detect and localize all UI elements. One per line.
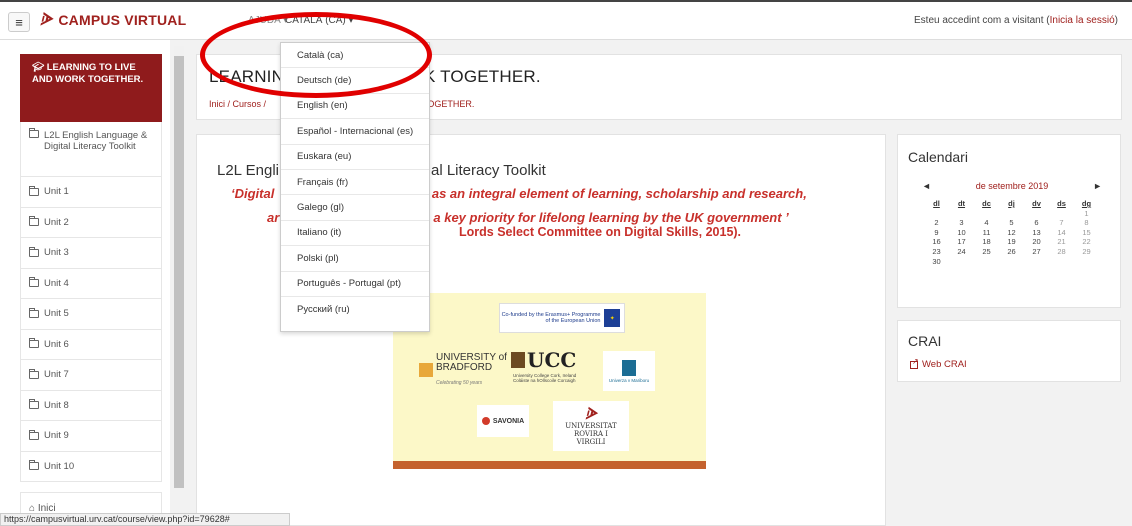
language-option-ca[interactable]: Català (ca) [281,43,429,69]
graduation-cap-icon: 🎓︎ [32,62,47,73]
folder-icon [29,307,39,318]
partner-logos-image: Co-funded by the Erasmus+ Programme of t… [393,293,706,469]
sidebar-item-unit-8[interactable]: Unit 8 [20,390,162,421]
sidebar-course-header[interactable]: 🎓︎ LEARNING TO LIVE AND WORK TOGETHER. [20,54,162,122]
hamburger-icon: ≡ [15,14,23,30]
calendar-grid: dl dt dc dj dv ds dg 1 2345678 9 10 11 12 13… [924,199,1100,266]
calendar-week: 9 10 11 12 13 14 15 [934,227,1091,237]
brand-name: CAMPUS VIRTUAL [58,12,187,28]
sidebar-item-unit-3[interactable]: Unit 3 [20,238,162,269]
top-navbar: ≡ ᗇ CAMPUS VIRTUAL AJUDA ▾ CATALÀ (CA) ▾… [0,0,1132,40]
login-link[interactable]: Inicia la sessió [1050,15,1115,26]
quote-line-3: Lords Select Committee on Digital Skills… [459,225,742,239]
folder-icon [29,128,39,138]
language-option-gl[interactable]: Galego (gl) [281,195,429,221]
language-option-fr[interactable]: Français (fr) [281,170,429,196]
language-dropdown: Català (ca) Deutsch (de) English (en) Es… [280,42,430,332]
sidebar-item-unit-9[interactable]: Unit 9 [20,421,162,452]
ucc-crest-icon [511,352,525,368]
calendar-week: 1 [1084,208,1089,218]
external-link-icon [910,357,919,369]
course-sidebar: 🎓︎ LEARNING TO LIVE AND WORK TOGETHER. L… [0,40,170,526]
eu-flag-icon: ✦ [604,309,620,327]
site-brand[interactable]: ᗇ CAMPUS VIRTUAL [40,10,186,30]
menu-toggle-button[interactable]: ≡ [8,12,30,32]
ucc-logo: UCC [511,350,576,370]
crai-title: CRAI [908,333,942,349]
folder-icon [29,246,39,257]
crai-block: CRAI Web CRAI [897,320,1121,382]
savonia-logo: SAVONIA [477,405,529,437]
language-option-de[interactable]: Deutsch (de) [281,68,429,94]
sidebar-item-unit-2[interactable]: Unit 2 [20,207,162,238]
folder-icon [29,338,39,349]
urv-logo-icon: ᗇ [585,404,597,423]
web-crai-link[interactable]: Web CRAI [910,357,967,370]
sidebar-item-unit-1[interactable]: Unit 1 [20,177,162,208]
status-bar-url: https://campusvirtual.urv.cat/course/vie… [0,513,290,526]
sidebar-item-unit-5[interactable]: Unit 5 [20,299,162,330]
login-status: Esteu accedint com a visitant (Inicia la… [914,15,1118,26]
calendar-block: Calendari ◄ de setembre 2019 ► dl dt dc … [897,134,1121,308]
folder-icon [29,185,39,196]
erasmus-logo: Co-funded by the Erasmus+ Programme of t… [499,303,625,333]
sidebar-item-unit-6[interactable]: Unit 6 [20,329,162,360]
bradford-icon [419,363,433,377]
language-option-eu[interactable]: Euskara (eu) [281,145,429,170]
folder-icon [29,277,39,288]
calendar-title: Calendari [908,149,968,165]
maribor-icon [622,359,636,376]
folder-icon [29,368,39,379]
maribor-logo: Univerza v Mariboru [603,351,655,391]
calendar-month[interactable]: de setembre 2019 [976,181,1049,191]
savonia-icon [481,417,490,425]
help-menu[interactable]: AJUDA ▾ [248,15,288,26]
sidebar-section-list: L2L English Language & Digital Literacy … [20,122,162,482]
language-menu[interactable]: CATALÀ (CA) ▾ [285,15,354,26]
sidebar-scrollbar-thumb[interactable] [174,56,184,488]
folder-icon [29,216,39,227]
calendar-week: 2345678 [934,218,1089,228]
language-option-pt[interactable]: Português - Portugal (pt) [281,272,429,297]
urv-logo-icon: ᗇ [40,10,53,30]
language-option-pl[interactable]: Polski (pl) [281,246,429,272]
calendar-week: 30 [932,256,941,266]
calendar-nav: ◄ de setembre 2019 ► [922,181,1102,191]
calendar-weekdays: dl dt dc dj dv ds dg [933,199,1092,208]
folder-icon [29,429,39,440]
calendar-week: 16 17 18 19 20 21 22 [932,237,1091,247]
language-option-es[interactable]: Español - Internacional (es) [281,119,429,145]
folder-icon [29,460,39,471]
folder-icon [29,399,39,410]
language-option-ru[interactable]: Русский (ru) [281,297,429,322]
language-option-en[interactable]: English (en) [281,94,429,120]
rovira-logo: ᗇ UNIVERSITAT ROVIRA I VIRGILI [553,401,629,451]
calendar-prev-button[interactable]: ◄ [922,181,931,191]
sidebar-item-unit-10[interactable]: Unit 10 [20,451,162,482]
bradford-logo: UNIVERSITY of BRADFORD Celebrating 50 yea… [419,353,510,387]
calendar-week: 23 24 25 26 27 28 29 [932,246,1091,256]
sidebar-item-unit-7[interactable]: Unit 7 [20,360,162,391]
sidebar-item-toolkit[interactable]: L2L English Language & Digital Literacy … [20,122,162,177]
language-option-it[interactable]: Italiano (it) [281,221,429,247]
calendar-next-button[interactable]: ► [1093,181,1102,191]
sidebar-item-unit-4[interactable]: Unit 4 [20,268,162,299]
